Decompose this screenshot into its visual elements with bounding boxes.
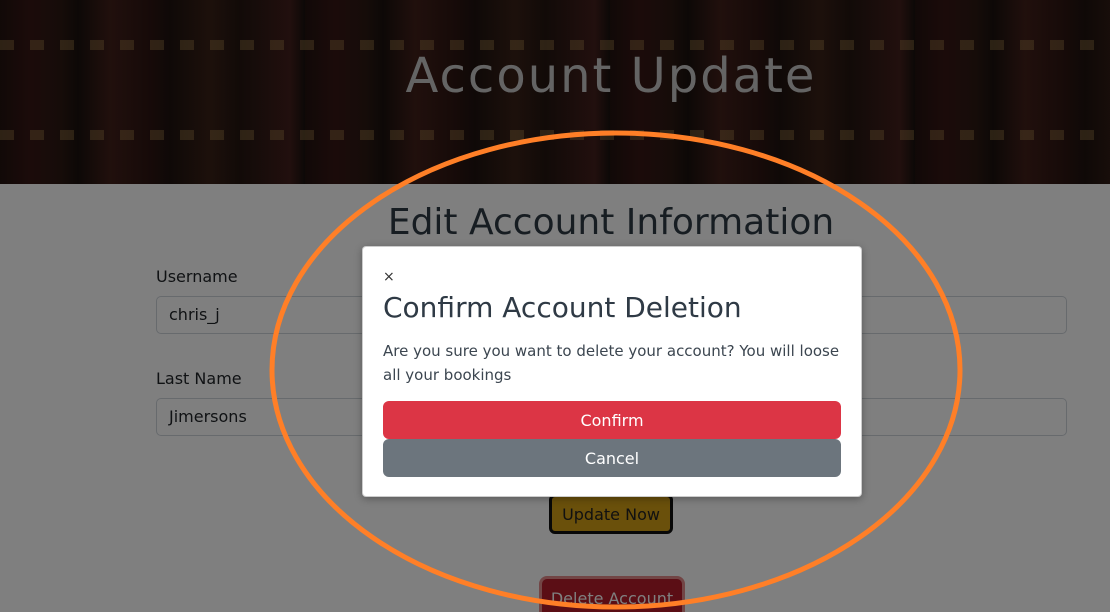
- cancel-button[interactable]: Cancel: [383, 439, 841, 477]
- close-icon[interactable]: ×: [383, 269, 395, 285]
- confirm-button[interactable]: Confirm: [383, 401, 841, 439]
- modal-title: Confirm Account Deletion: [383, 291, 742, 324]
- confirm-deletion-modal: × Confirm Account Deletion Are you sure …: [362, 246, 862, 497]
- modal-message: Are you sure you want to delete your acc…: [383, 342, 840, 384]
